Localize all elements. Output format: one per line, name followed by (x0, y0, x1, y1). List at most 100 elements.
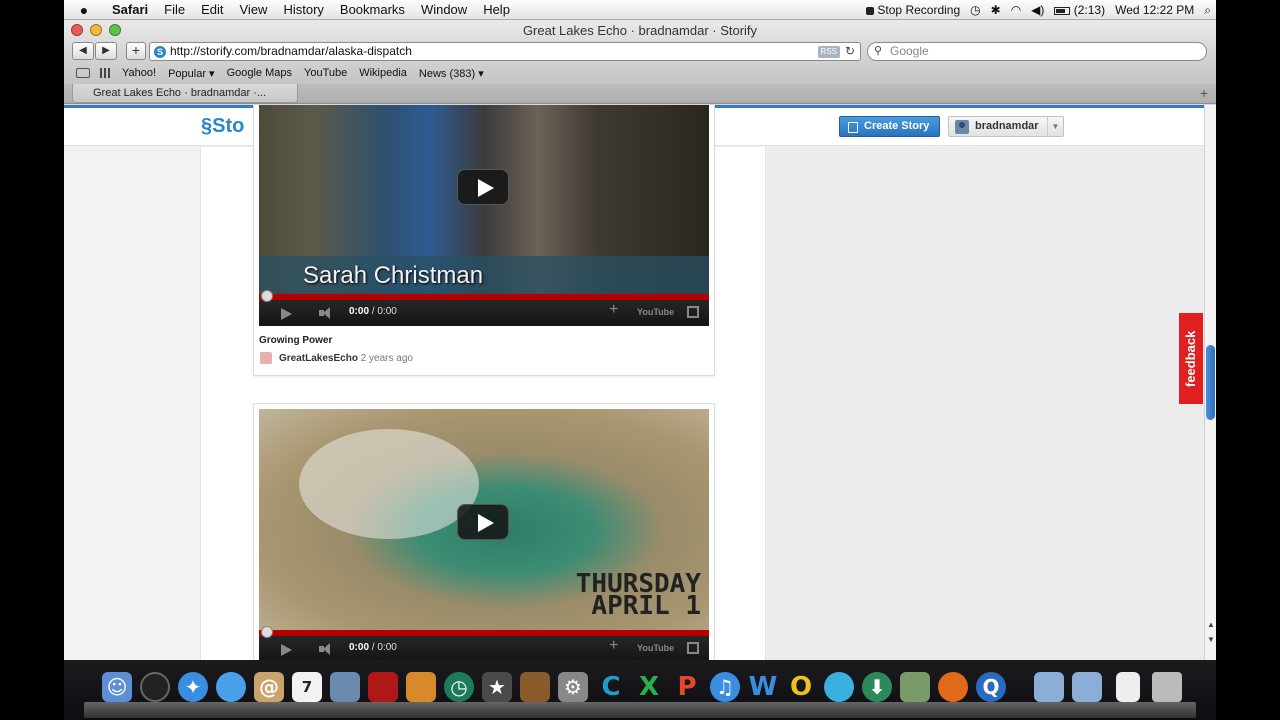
page-content: §Sto Create Story bradnamdar ▼ Sarah Chr… (64, 105, 1216, 660)
bookmark-popular[interactable]: Popular ▾ (168, 67, 215, 80)
menu-file[interactable]: File (156, 2, 193, 17)
player-controls: 0:00 / 0:00 + YouTube (259, 626, 709, 660)
youtube-player[interactable]: THURSDAY APRIL 1 0:00 / 0:00 + YouTube (259, 409, 709, 660)
ical-icon[interactable]: 7 (292, 672, 322, 702)
storify-logo-mark-icon: § (201, 115, 213, 137)
tab-great-lakes-echo[interactable]: Great Lakes Echo · bradnamdar ·... (72, 84, 298, 103)
page-scrollbar[interactable]: ▲ ▼ (1204, 105, 1216, 660)
menu-bookmarks[interactable]: Bookmarks (332, 2, 413, 17)
chevron-down-icon[interactable]: ▼ (1047, 117, 1063, 136)
time-machine-icon[interactable]: ◷ (444, 672, 474, 702)
user-menu[interactable]: bradnamdar ▼ (948, 116, 1064, 137)
bookmark-google-maps[interactable]: Google Maps (227, 67, 292, 79)
wifi-icon[interactable]: ◠ (1011, 3, 1021, 17)
add-bookmark-button[interactable]: + (126, 42, 146, 60)
story-card: THURSDAY APRIL 1 0:00 / 0:00 + YouTube (253, 403, 715, 660)
iphoto-icon[interactable] (330, 672, 360, 702)
fullscreen-icon[interactable] (687, 306, 699, 318)
play-icon[interactable] (281, 644, 292, 656)
rss-button[interactable]: RSS (817, 46, 840, 58)
dashboard-icon[interactable] (140, 672, 170, 702)
storify-logo-text: Sto (212, 115, 245, 137)
documents-folder-icon[interactable] (1072, 672, 1102, 702)
menu-history[interactable]: History (275, 2, 331, 17)
remote-desktop-icon[interactable] (900, 672, 930, 702)
scroll-up-icon[interactable]: ▲ (1207, 620, 1215, 629)
excel-icon[interactable]: X (634, 672, 664, 702)
c-app-icon[interactable]: C (596, 672, 626, 702)
imovie-icon[interactable]: ★ (482, 672, 512, 702)
cloud-shape (299, 429, 479, 539)
itunes-icon[interactable]: ♫ (710, 672, 740, 702)
volume-icon[interactable] (319, 643, 333, 655)
left-margin (64, 147, 200, 660)
apple-menu-icon[interactable]: ● (64, 2, 104, 18)
new-tab-icon[interactable]: + (1200, 85, 1208, 101)
forward-button[interactable]: ▶ (95, 42, 117, 60)
story-item-title[interactable]: Growing Power (259, 335, 332, 346)
address-bar[interactable]: S http://storify.com/bradnamdar/alaska-d… (149, 42, 861, 61)
system-preferences-icon[interactable]: ⚙ (558, 672, 588, 702)
current-time: 0:00 (349, 306, 370, 317)
play-button[interactable] (457, 169, 509, 205)
garageband-icon[interactable] (520, 672, 550, 702)
ichat-icon[interactable] (216, 672, 246, 702)
progress-knob[interactable] (261, 290, 273, 302)
menu-help[interactable]: Help (475, 2, 518, 17)
youtube-logo[interactable]: YouTube (637, 643, 674, 653)
play-icon[interactable] (281, 308, 292, 320)
stop-recording-button[interactable]: Stop Recording (866, 3, 960, 17)
youtube-player[interactable]: Sarah Christman 0:00 / 0:00 + YouTube (259, 105, 709, 326)
progress-bar[interactable] (259, 630, 709, 636)
create-story-button[interactable]: Create Story (839, 116, 940, 137)
menu-window[interactable]: Window (413, 2, 475, 17)
firefox-icon[interactable] (938, 672, 968, 702)
spotlight-icon[interactable]: ⌕ (1204, 3, 1211, 18)
bookmark-youtube[interactable]: YouTube (304, 67, 347, 79)
watch-later-icon[interactable]: + (609, 637, 618, 655)
watch-later-icon[interactable]: + (609, 301, 618, 319)
volume-icon[interactable] (319, 307, 333, 319)
progress-bar[interactable] (259, 294, 709, 300)
time-machine-icon[interactable]: ◷ (970, 3, 980, 17)
address-book-icon[interactable]: @ (254, 672, 284, 702)
scroll-down-icon[interactable]: ▼ (1207, 635, 1215, 644)
bookmark-news[interactable]: News (383) ▾ (419, 67, 484, 80)
trash-icon[interactable] (1152, 672, 1182, 702)
word-icon[interactable]: W (748, 672, 778, 702)
text-document-icon[interactable] (1116, 672, 1140, 702)
menu-view[interactable]: View (232, 2, 276, 17)
download-icon[interactable]: ⬇ (862, 672, 892, 702)
outlook-icon[interactable]: O (786, 672, 816, 702)
quicktime-icon[interactable]: Q (976, 672, 1006, 702)
source-name[interactable]: GreatLakesEcho (279, 353, 358, 364)
bookmark-yahoo[interactable]: Yahoo! (122, 67, 156, 79)
photo-booth-icon[interactable] (368, 672, 398, 702)
reload-icon[interactable]: ↻ (845, 43, 855, 60)
clock[interactable]: Wed 12:22 PM (1115, 3, 1194, 17)
top-sites-icon[interactable] (100, 68, 112, 78)
screen: ● Safari File Edit View History Bookmark… (64, 0, 1216, 720)
play-button[interactable] (457, 504, 509, 540)
battery-status[interactable]: (2:13) (1054, 3, 1105, 17)
safari-icon[interactable]: ✦ (178, 672, 208, 702)
volume-icon[interactable]: ◀) (1031, 3, 1044, 17)
bluetooth-icon[interactable]: ✱ (991, 3, 1001, 17)
progress-knob[interactable] (261, 626, 273, 638)
youtube-logo[interactable]: YouTube (637, 307, 674, 317)
reading-list-icon[interactable] (76, 68, 90, 78)
powerpoint-icon[interactable]: P (672, 672, 702, 702)
search-field[interactable]: ⚲ Google (867, 42, 1207, 61)
finder-icon[interactable]: ☺ (102, 672, 132, 702)
menu-edit[interactable]: Edit (193, 2, 231, 17)
messenger-icon[interactable] (824, 672, 854, 702)
scrollbar-thumb[interactable] (1206, 345, 1215, 420)
preview-icon[interactable] (406, 672, 436, 702)
fullscreen-icon[interactable] (687, 642, 699, 654)
applications-folder-icon[interactable] (1034, 672, 1064, 702)
storify-logo[interactable]: §Sto (201, 115, 244, 138)
back-button[interactable]: ◀ (72, 42, 94, 60)
menu-app[interactable]: Safari (104, 2, 156, 17)
bookmark-wikipedia[interactable]: Wikipedia (359, 67, 407, 79)
feedback-tab[interactable]: feedback (1179, 313, 1203, 404)
